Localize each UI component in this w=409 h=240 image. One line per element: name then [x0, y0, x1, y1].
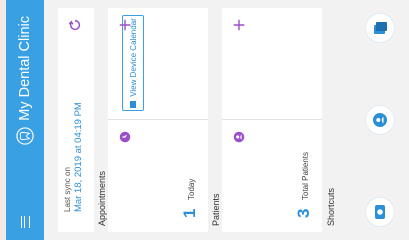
sync-card: Last sync on Mar 18, 2019 at 04:19 PM: [58, 8, 94, 232]
today-count: 1: [180, 208, 199, 218]
sync-timestamp: Mar 18, 2019 at 04:19 PM: [73, 102, 84, 212]
add-patient-icon[interactable]: [232, 18, 246, 32]
app-title-group: My Dental Clinic: [6, 16, 44, 145]
sync-label: Last sync on: [63, 167, 72, 212]
refresh-icon[interactable]: [68, 18, 82, 32]
menu-icon[interactable]: [6, 204, 44, 240]
appointments-card: 1 Today View Device Calendar: [108, 8, 208, 232]
patients-actions: [222, 8, 322, 120]
shortcut-patient-button[interactable]: [366, 106, 394, 134]
total-patients-count: 3: [294, 208, 313, 218]
camera-icon: [375, 205, 385, 219]
total-patients-label: Total Patients: [301, 151, 310, 200]
tooth-logo-icon: [16, 127, 34, 145]
calendar-panel: View Device Calendar: [108, 8, 208, 120]
appointments-section-title: Appointments: [97, 170, 107, 226]
calendar-icon: [130, 100, 136, 108]
shortcut-camera-button[interactable]: [366, 198, 394, 226]
patient-icon: [373, 113, 387, 127]
add-appointment-icon[interactable]: [118, 18, 132, 32]
today-label: Today: [187, 178, 196, 200]
shortcuts-section-title: Shortcuts: [326, 187, 336, 226]
app-screen: My Dental Clinic Last sync on Mar 18, 20…: [6, 0, 409, 240]
patients-card: 3 Total Patients: [222, 8, 322, 232]
patients-badge-icon: [233, 131, 245, 143]
total-patients-stat[interactable]: 3 Total Patients: [222, 120, 322, 232]
app-bar: My Dental Clinic: [6, 0, 44, 240]
appointment-badge-icon: [119, 131, 131, 143]
today-stat[interactable]: 1 Today: [108, 120, 208, 232]
document-icon: [374, 22, 387, 34]
app-title: My Dental Clinic: [17, 16, 33, 121]
shortcut-document-button[interactable]: [366, 14, 394, 42]
patients-section-title: Patients: [211, 193, 221, 226]
